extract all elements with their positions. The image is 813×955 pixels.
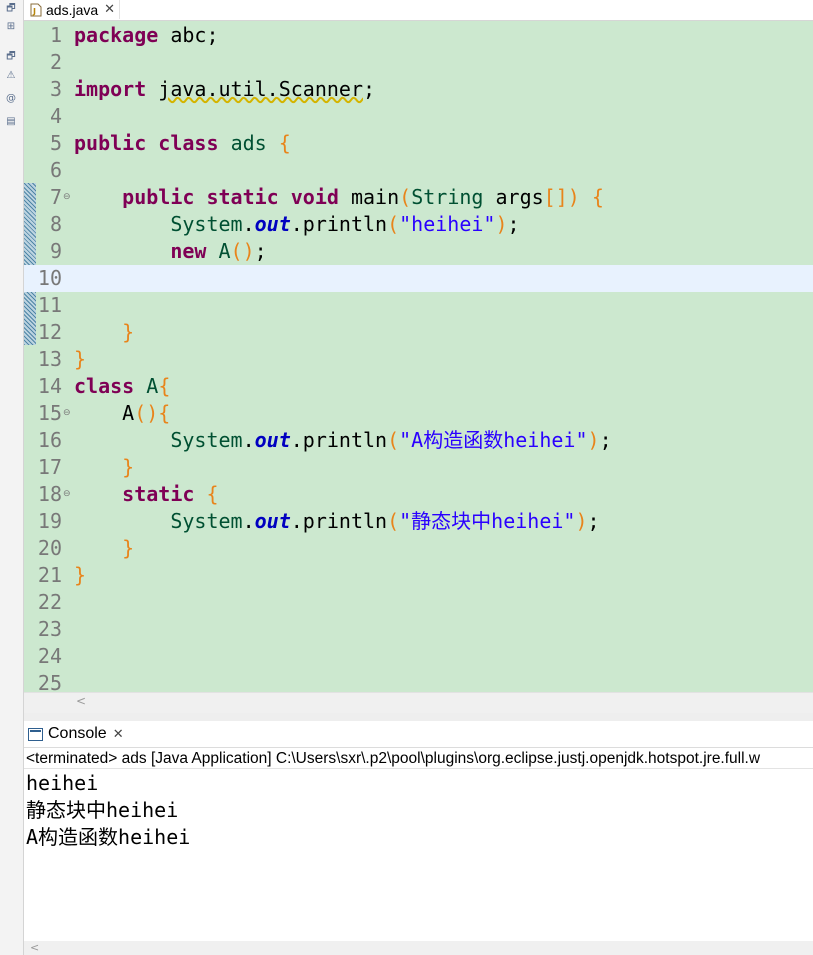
code-line[interactable]: 8 System.out.println("heihei");: [24, 211, 813, 238]
line-number: 13: [37, 346, 62, 371]
code-line[interactable]: 7 ⊖ public static void main(String args[]…: [24, 184, 813, 211]
code-text: }: [74, 346, 87, 371]
editor-tab-bar: J ads.java ✕: [24, 0, 813, 21]
code-text: public class ads {: [74, 130, 291, 155]
line-number: 18: [37, 481, 62, 506]
line-number: 12: [37, 319, 62, 344]
code-text: class A{: [74, 373, 171, 398]
line-number: 9: [49, 238, 62, 263]
code-text: public static void main(String args[]) {: [122, 184, 604, 209]
line-number: 23: [37, 616, 62, 641]
code-text: A(){: [74, 400, 171, 425]
editor-horizontal-scrollbar[interactable]: <: [24, 692, 813, 713]
restore-icon[interactable]: 🗗: [5, 3, 17, 15]
code-line[interactable]: 22: [24, 589, 813, 616]
line-number: 17: [37, 454, 62, 479]
code-text: }: [122, 319, 135, 344]
line-number: 1: [49, 22, 62, 47]
line-number: 2: [49, 49, 62, 74]
hierarchy-icon[interactable]: ⊞: [5, 21, 17, 33]
code-text: System.out.println("静态块中heihei");: [170, 508, 600, 533]
console-horizontal-scrollbar[interactable]: <: [24, 941, 813, 955]
code-line[interactable]: 4: [24, 103, 813, 130]
code-text: }: [74, 562, 87, 587]
line-number: 3: [49, 76, 62, 101]
code-line[interactable]: 21}: [24, 562, 813, 589]
tab-console[interactable]: Console ✕: [28, 725, 124, 743]
scroll-left-arrow-icon[interactable]: <: [76, 694, 86, 708]
line-number: 10: [37, 265, 62, 290]
code-line[interactable]: 15 ⊖ A(){: [24, 400, 813, 427]
close-icon[interactable]: ✕: [113, 727, 124, 742]
console-output[interactable]: heihei 静态块中heihei A构造函数heihei: [24, 770, 813, 941]
code-line[interactable]: 23: [24, 616, 813, 643]
code-line[interactable]: 5 public class ads {: [24, 130, 813, 157]
line-number: 5: [49, 130, 62, 155]
panel-divider[interactable]: [24, 713, 813, 721]
code-text: package abc;: [74, 22, 219, 47]
console-status-line: <terminated> ads [Java Application] C:\U…: [24, 748, 813, 769]
code-text: }: [122, 454, 135, 479]
code-line[interactable]: 11: [24, 292, 813, 319]
line-number: 25: [37, 670, 62, 693]
line-number: 4: [49, 103, 62, 128]
code-line[interactable]: 20 }: [24, 535, 813, 562]
code-editor[interactable]: 1 package abc; 2 3 import java.util.Scanner;…: [24, 21, 813, 692]
declaration-icon[interactable]: ▤: [5, 116, 17, 128]
line-number: 14: [37, 373, 62, 398]
editor-tab-title: ads.java: [46, 1, 99, 18]
line-number: 8: [49, 211, 62, 236]
code-line[interactable]: 19 System.out.println("静态块中heihei");: [24, 508, 813, 535]
editor-tab-ads-java[interactable]: J ads.java ✕: [28, 0, 121, 19]
code-text: System.out.println("A构造函数heihei");: [170, 427, 612, 452]
code-line[interactable]: 17 }: [24, 454, 813, 481]
code-text: static {: [122, 481, 219, 506]
code-line[interactable]: 1 package abc;: [24, 22, 813, 49]
line-number: 21: [37, 562, 62, 587]
line-number: 16: [37, 427, 62, 452]
console-tab-title: Console: [48, 725, 107, 742]
console-output-line: A构造函数heihei: [26, 825, 191, 849]
line-number: 11: [37, 292, 62, 317]
code-line[interactable]: 10: [24, 264, 813, 292]
fold-toggle-icon[interactable]: ⊖: [63, 489, 71, 499]
javadoc-icon[interactable]: @: [5, 93, 17, 105]
code-line[interactable]: 25: [24, 670, 813, 693]
console-output-line: heihei: [26, 771, 99, 795]
line-number: 6: [49, 157, 62, 182]
code-text: new A();: [170, 238, 267, 263]
code-line[interactable]: 6: [24, 157, 813, 184]
fold-toggle-icon[interactable]: ⊖: [63, 192, 71, 202]
code-text: System.out.println("heihei");: [170, 211, 520, 236]
code-line[interactable]: 14 class A{: [24, 373, 813, 400]
line-number: 22: [37, 589, 62, 614]
code-line[interactable]: 2: [24, 49, 813, 76]
line-number: 24: [37, 643, 62, 668]
error-log-icon[interactable]: ⚠: [5, 70, 17, 82]
java-file-icon: J: [30, 3, 42, 17]
code-line[interactable]: 13}: [24, 346, 813, 373]
code-text: import java.util.Scanner;: [74, 76, 376, 101]
close-icon[interactable]: ✕: [104, 2, 115, 17]
code-text: }: [122, 535, 135, 560]
code-line[interactable]: 16 System.out.println("A构造函数heihei");: [24, 427, 813, 454]
code-line[interactable]: 3 import java.util.Scanner;: [24, 76, 813, 103]
code-line[interactable]: 12 }: [24, 319, 813, 346]
line-number: 20: [37, 535, 62, 560]
code-line[interactable]: 9 new A();: [24, 238, 813, 265]
restore-icon[interactable]: 🗗: [5, 51, 17, 63]
console-output-line: 静态块中heihei: [26, 798, 179, 822]
svg-text:J: J: [32, 7, 36, 16]
line-number: 7: [49, 184, 62, 209]
code-line[interactable]: 24: [24, 643, 813, 670]
console-icon: [28, 727, 43, 741]
left-toolbar-strip: 🗗 ⊞ 🗗 ⚠ @ ▤: [0, 0, 24, 955]
console-tab-bar: Console ✕: [24, 721, 813, 748]
line-number: 15: [37, 400, 62, 425]
scroll-left-arrow-icon[interactable]: <: [30, 941, 39, 954]
line-number: 19: [37, 508, 62, 533]
code-line[interactable]: 18 ⊖ static {: [24, 481, 813, 508]
fold-toggle-icon[interactable]: ⊖: [63, 408, 71, 418]
